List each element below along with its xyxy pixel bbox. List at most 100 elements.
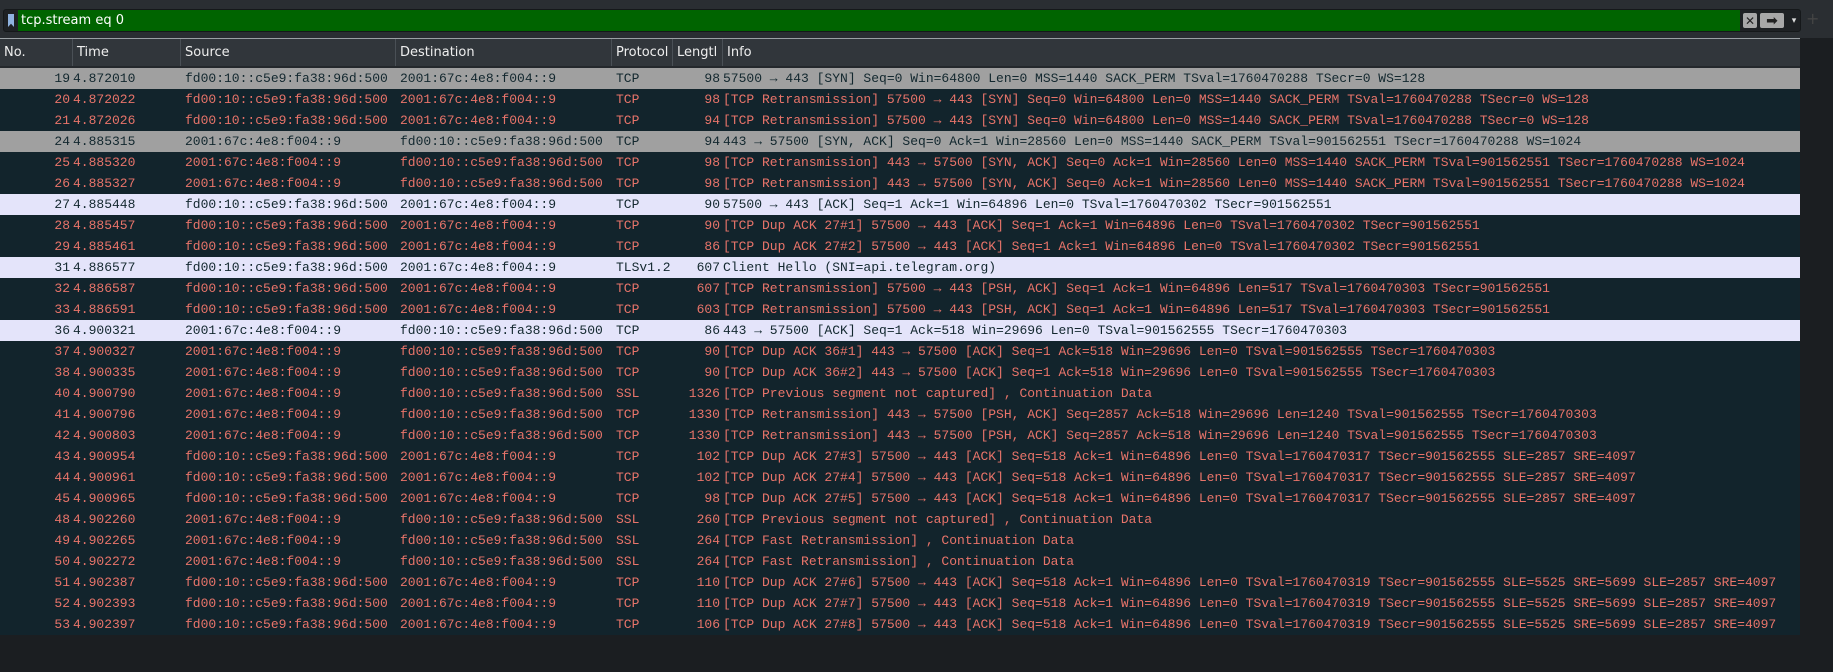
packet-row[interactable]: 19 4.872010 fd00:10::c5e9:fa38:96d:500 2001… <box>0 68 1800 89</box>
packet-info: [TCP Fast Retransmission] , Continuation… <box>723 533 1075 548</box>
packet-destination: 2001:67c:4e8:f004::9 <box>400 113 557 128</box>
packet-list-header: No. Time Source Destination Protocol Len… <box>0 39 1800 68</box>
packet-row[interactable]: 36 4.900321 2001:67c:4e8:f004::9 fd00:10::c… <box>0 320 1800 341</box>
packet-destination: fd00:10::c5e9:fa38:96d:500 <box>400 176 603 191</box>
packet-row[interactable]: 50 4.902272 2001:67c:4e8:f004::9 fd00:10::c… <box>0 551 1800 572</box>
packet-list: 19 4.872010 fd00:10::c5e9:fa38:96d:500 2001… <box>0 68 1800 635</box>
packet-row[interactable]: 32 4.886587 fd00:10::c5e9:fa38:96d:500 2001… <box>0 278 1800 299</box>
packet-destination: fd00:10::c5e9:fa38:96d:500 <box>400 344 603 359</box>
packet-info: [TCP Dup ACK 27#2] 57500 → 443 [ACK] Seq… <box>723 239 1480 254</box>
apply-filter-arrow-icon[interactable]: ➡ <box>1760 13 1784 29</box>
packet-length: 102 <box>696 470 720 485</box>
packet-row[interactable]: 38 4.900335 2001:67c:4e8:f004::9 fd00:10::c… <box>0 362 1800 383</box>
packet-row[interactable]: 40 4.900790 2001:67c:4e8:f004::9 fd00:10::c… <box>0 383 1800 404</box>
packet-row[interactable]: 29 4.885461 fd00:10::c5e9:fa38:96d:500 2001… <box>0 236 1800 257</box>
packet-source: 2001:67c:4e8:f004::9 <box>185 134 342 149</box>
packet-destination: 2001:67c:4e8:f004::9 <box>400 197 557 212</box>
packet-info: 443 → 57500 [ACK] Seq=1 Ack=518 Win=2969… <box>723 323 1348 338</box>
filter-history-dropdown-icon[interactable]: ▾ <box>1788 16 1800 26</box>
packet-row[interactable]: 31 4.886577 fd00:10::c5e9:fa38:96d:500 2001… <box>0 257 1800 278</box>
packet-source: fd00:10::c5e9:fa38:96d:500 <box>185 71 388 86</box>
packet-row[interactable]: 21 4.872026 fd00:10::c5e9:fa38:96d:500 2001… <box>0 110 1800 131</box>
packet-protocol: TCP <box>616 71 640 86</box>
packet-row[interactable]: 37 4.900327 2001:67c:4e8:f004::9 fd00:10::c… <box>0 341 1800 362</box>
packet-protocol: SSL <box>616 533 640 548</box>
packet-row[interactable]: 33 4.886591 fd00:10::c5e9:fa38:96d:500 2001… <box>0 299 1800 320</box>
add-filter-button-icon[interactable]: + <box>1806 9 1819 28</box>
column-header-info[interactable]: Info <box>723 39 1800 66</box>
packet-row[interactable]: 43 4.900954 fd00:10::c5e9:fa38:96d:500 2001… <box>0 446 1800 467</box>
packet-source: 2001:67c:4e8:f004::9 <box>185 554 342 569</box>
packet-info: 443 → 57500 [SYN, ACK] Seq=0 Ack=1 Win=2… <box>723 134 1582 149</box>
packet-source: 2001:67c:4e8:f004::9 <box>185 155 342 170</box>
packet-source: 2001:67c:4e8:f004::9 <box>185 323 342 338</box>
packet-number: 25 <box>54 155 70 170</box>
packet-length: 110 <box>696 596 720 611</box>
packet-row[interactable]: 41 4.900796 2001:67c:4e8:f004::9 fd00:10::c… <box>0 404 1800 425</box>
packet-row[interactable]: 42 4.900803 2001:67c:4e8:f004::9 fd00:10::c… <box>0 425 1800 446</box>
packet-length: 1330 <box>688 407 720 422</box>
packet-destination: fd00:10::c5e9:fa38:96d:500 <box>400 155 603 170</box>
packet-row[interactable]: 44 4.900961 fd00:10::c5e9:fa38:96d:500 2001… <box>0 467 1800 488</box>
packet-source: fd00:10::c5e9:fa38:96d:500 <box>185 197 388 212</box>
packet-number: 51 <box>54 575 70 590</box>
packet-row[interactable]: 52 4.902393 fd00:10::c5e9:fa38:96d:500 2001… <box>0 593 1800 614</box>
packet-number: 52 <box>54 596 70 611</box>
packet-protocol: TCP <box>616 428 640 443</box>
packet-destination: 2001:67c:4e8:f004::9 <box>400 491 557 506</box>
packet-destination: fd00:10::c5e9:fa38:96d:500 <box>400 533 603 548</box>
clear-filter-icon[interactable]: ✕ <box>1743 13 1757 28</box>
packet-time: 4.885315 <box>73 134 136 149</box>
packet-source: 2001:67c:4e8:f004::9 <box>185 512 342 527</box>
packet-destination: 2001:67c:4e8:f004::9 <box>400 617 557 632</box>
packet-row[interactable]: 45 4.900965 fd00:10::c5e9:fa38:96d:500 2001… <box>0 488 1800 509</box>
bookmark-icon[interactable] <box>4 10 18 31</box>
packet-destination: 2001:67c:4e8:f004::9 <box>400 302 557 317</box>
packet-time: 4.902393 <box>73 596 136 611</box>
packet-number: 48 <box>54 512 70 527</box>
packet-source: fd00:10::c5e9:fa38:96d:500 <box>185 491 388 506</box>
packet-row[interactable]: 48 4.902260 2001:67c:4e8:f004::9 fd00:10::c… <box>0 509 1800 530</box>
packet-row[interactable]: 26 4.885327 2001:67c:4e8:f004::9 fd00:10::c… <box>0 173 1800 194</box>
packet-destination: 2001:67c:4e8:f004::9 <box>400 596 557 611</box>
column-header-time[interactable]: Time <box>73 39 181 66</box>
packet-info: [TCP Dup ACK 27#8] 57500 → 443 [ACK] Seq… <box>723 617 1777 632</box>
packet-time: 4.872010 <box>73 71 136 86</box>
display-filter-input[interactable]: tcp.stream eq 0 <box>18 10 1740 31</box>
packet-time: 4.902387 <box>73 575 136 590</box>
packet-time: 4.886591 <box>73 302 136 317</box>
packet-protocol: TCP <box>616 134 640 149</box>
packet-source: fd00:10::c5e9:fa38:96d:500 <box>185 260 388 275</box>
packet-row[interactable]: 28 4.885457 fd00:10::c5e9:fa38:96d:500 2001… <box>0 215 1800 236</box>
packet-info: 57500 → 443 [SYN] Seq=0 Win=64800 Len=0 … <box>723 71 1426 86</box>
packet-length: 98 <box>704 92 720 107</box>
packet-destination: 2001:67c:4e8:f004::9 <box>400 92 557 107</box>
packet-info: [TCP Retransmission] 57500 → 443 [SYN] S… <box>723 92 1589 107</box>
packet-row[interactable]: 51 4.902387 fd00:10::c5e9:fa38:96d:500 2001… <box>0 572 1800 593</box>
packet-info: [TCP Retransmission] 443 → 57500 [PSH, A… <box>723 428 1597 443</box>
packet-length: 1326 <box>688 386 720 401</box>
packet-number: 32 <box>54 281 70 296</box>
column-header-no[interactable]: No. <box>0 39 73 66</box>
packet-row[interactable]: 27 4.885448 fd00:10::c5e9:fa38:96d:500 2001… <box>0 194 1800 215</box>
packet-length: 98 <box>704 176 720 191</box>
packet-destination: fd00:10::c5e9:fa38:96d:500 <box>400 134 603 149</box>
packet-source: fd00:10::c5e9:fa38:96d:500 <box>185 92 388 107</box>
packet-time: 4.900803 <box>73 428 136 443</box>
packet-row[interactable]: 20 4.872022 fd00:10::c5e9:fa38:96d:500 2001… <box>0 89 1800 110</box>
column-header-source[interactable]: Source <box>181 39 396 66</box>
packet-row[interactable]: 53 4.902397 fd00:10::c5e9:fa38:96d:500 2001… <box>0 614 1800 635</box>
packet-number: 24 <box>54 134 70 149</box>
packet-time: 4.900961 <box>73 470 136 485</box>
packet-row[interactable]: 25 4.885320 2001:67c:4e8:f004::9 fd00:10::c… <box>0 152 1800 173</box>
column-header-destination[interactable]: Destination <box>396 39 612 66</box>
packet-length: 86 <box>704 323 720 338</box>
packet-time: 4.886587 <box>73 281 136 296</box>
packet-row[interactable]: 24 4.885315 2001:67c:4e8:f004::9 fd00:10::c… <box>0 131 1800 152</box>
packet-number: 42 <box>54 428 70 443</box>
packet-protocol: TCP <box>616 491 640 506</box>
packet-destination: 2001:67c:4e8:f004::9 <box>400 575 557 590</box>
column-header-length[interactable]: Lengtl <box>673 39 723 66</box>
column-header-protocol[interactable]: Protocol <box>612 39 673 66</box>
packet-row[interactable]: 49 4.902265 2001:67c:4e8:f004::9 fd00:10::c… <box>0 530 1800 551</box>
